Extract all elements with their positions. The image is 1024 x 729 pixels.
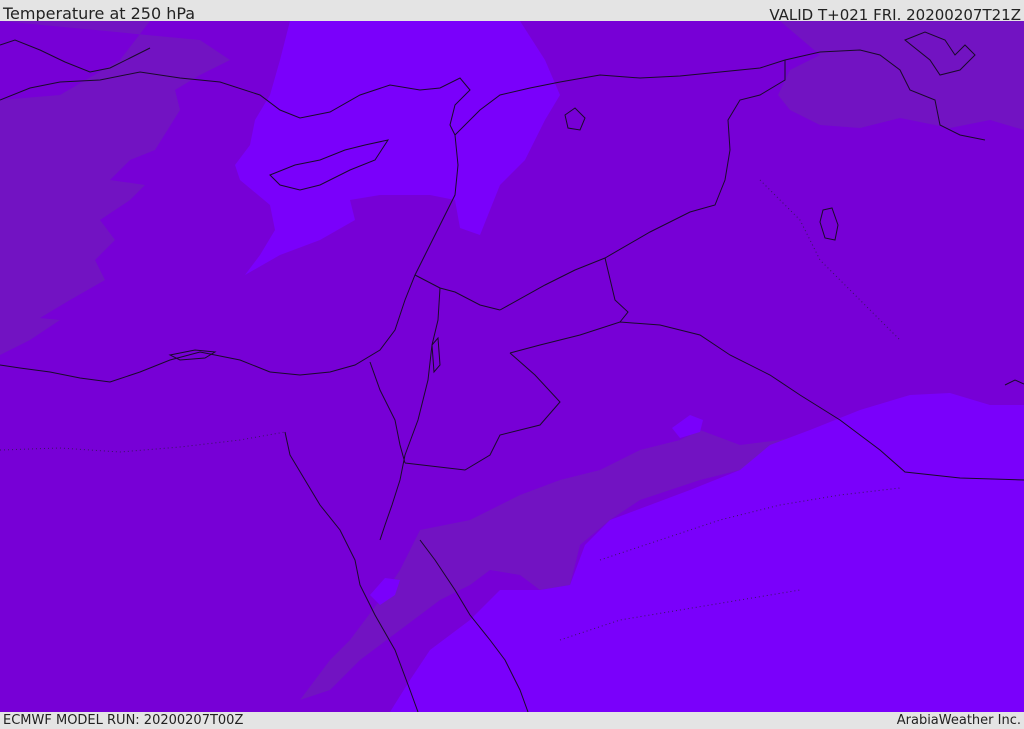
weather-map[interactable] [0,21,1024,712]
header-bar: Temperature at 250 hPa VALID T+021 FRI. … [0,0,1024,21]
map-canvas[interactable] [0,21,1024,712]
credit-label: ArabiaWeather Inc. [896,713,1021,728]
map-viewer: Temperature at 250 hPa VALID T+021 FRI. … [0,0,1024,729]
footer-bar: ECMWF MODEL RUN: 20200207T00Z ArabiaWeat… [0,712,1024,729]
map-title: Temperature at 250 hPa [3,4,196,21]
model-run-label: ECMWF MODEL RUN: 20200207T00Z [3,713,244,728]
temperature-band-northeast [778,21,1024,130]
valid-time: VALID T+021 FRI. 20200207T21Z [769,6,1021,21]
